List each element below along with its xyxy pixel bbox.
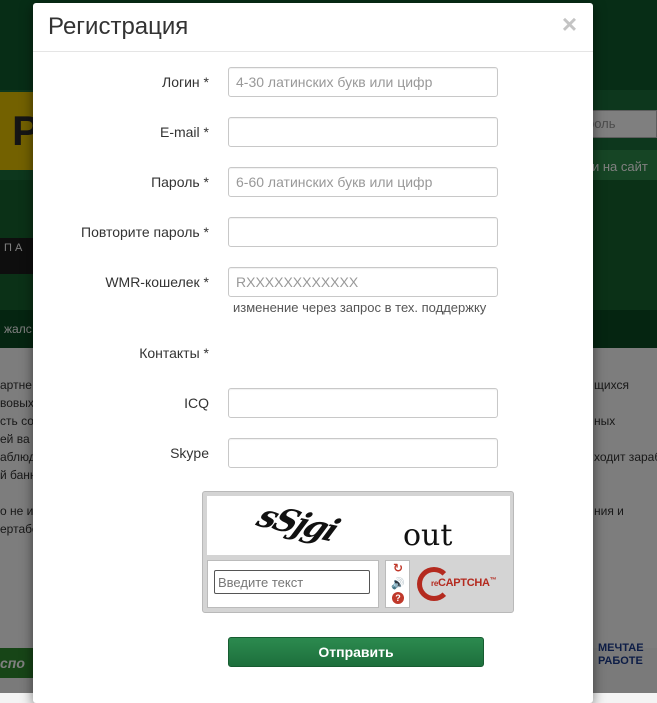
login-row: Логин * bbox=[33, 67, 593, 97]
help-icon[interactable]: ? bbox=[392, 592, 404, 604]
password-repeat-input[interactable] bbox=[228, 217, 498, 247]
skype-input[interactable] bbox=[228, 438, 498, 468]
captcha-word-distorted: sSjgi bbox=[250, 497, 345, 549]
password-label: Пароль * bbox=[151, 174, 209, 190]
modal-title: Регистрация bbox=[48, 13, 189, 40]
icq-label: ICQ bbox=[184, 395, 209, 411]
skype-label: Skype bbox=[170, 445, 209, 461]
contacts-label: Контакты * bbox=[139, 345, 209, 361]
recaptcha-tm: ™ bbox=[489, 577, 497, 584]
email-row: E-mail * bbox=[33, 117, 593, 147]
password-repeat-row: Повторите пароль * bbox=[33, 217, 593, 247]
skype-row: Skype bbox=[33, 438, 593, 468]
registration-modal: Регистрация × Логин * E-mail * Пароль * … bbox=[33, 3, 593, 703]
wmr-row: WMR-кошелек * bbox=[33, 267, 593, 297]
wmr-hint: изменение через запрос в тех. поддержку bbox=[233, 300, 487, 315]
icq-row: ICQ bbox=[33, 388, 593, 418]
contacts-row: Контакты * bbox=[33, 338, 593, 368]
password-row: Пароль * bbox=[33, 167, 593, 197]
login-input[interactable] bbox=[228, 67, 498, 97]
audio-icon[interactable]: 🔊 bbox=[390, 577, 406, 592]
email-input[interactable] bbox=[228, 117, 498, 147]
wmr-wallet-input[interactable] bbox=[228, 267, 498, 297]
submit-button[interactable]: Отправить bbox=[228, 637, 484, 667]
close-icon[interactable]: × bbox=[562, 9, 577, 39]
recaptcha-wordmark: reCAPTCHA™ bbox=[431, 577, 497, 589]
login-label: Логин * bbox=[162, 74, 209, 90]
password-repeat-label: Повторите пароль * bbox=[81, 224, 209, 240]
icq-input[interactable] bbox=[228, 388, 498, 418]
refresh-icon[interactable]: ↻ bbox=[390, 561, 406, 576]
wmr-label: WMR-кошелек * bbox=[105, 274, 209, 290]
password-input[interactable] bbox=[228, 167, 498, 197]
captcha-toolbar: ↻ 🔊 ? bbox=[385, 560, 410, 608]
recaptcha-widget: sSjgi out ↻ 🔊 ? reCAPTCHA™ bbox=[202, 491, 514, 613]
recaptcha-captcha-text: CAPTCHA bbox=[437, 577, 490, 589]
captcha-image: sSjgi out bbox=[207, 496, 510, 555]
captcha-input[interactable] bbox=[214, 570, 370, 594]
captcha-word-plain: out bbox=[403, 518, 453, 553]
captcha-input-box bbox=[207, 560, 379, 608]
recaptcha-re-text: re bbox=[431, 579, 438, 588]
recaptcha-logo: reCAPTCHA™ bbox=[417, 566, 507, 604]
email-label: E-mail * bbox=[159, 124, 209, 140]
modal-header: Регистрация × bbox=[33, 3, 593, 52]
